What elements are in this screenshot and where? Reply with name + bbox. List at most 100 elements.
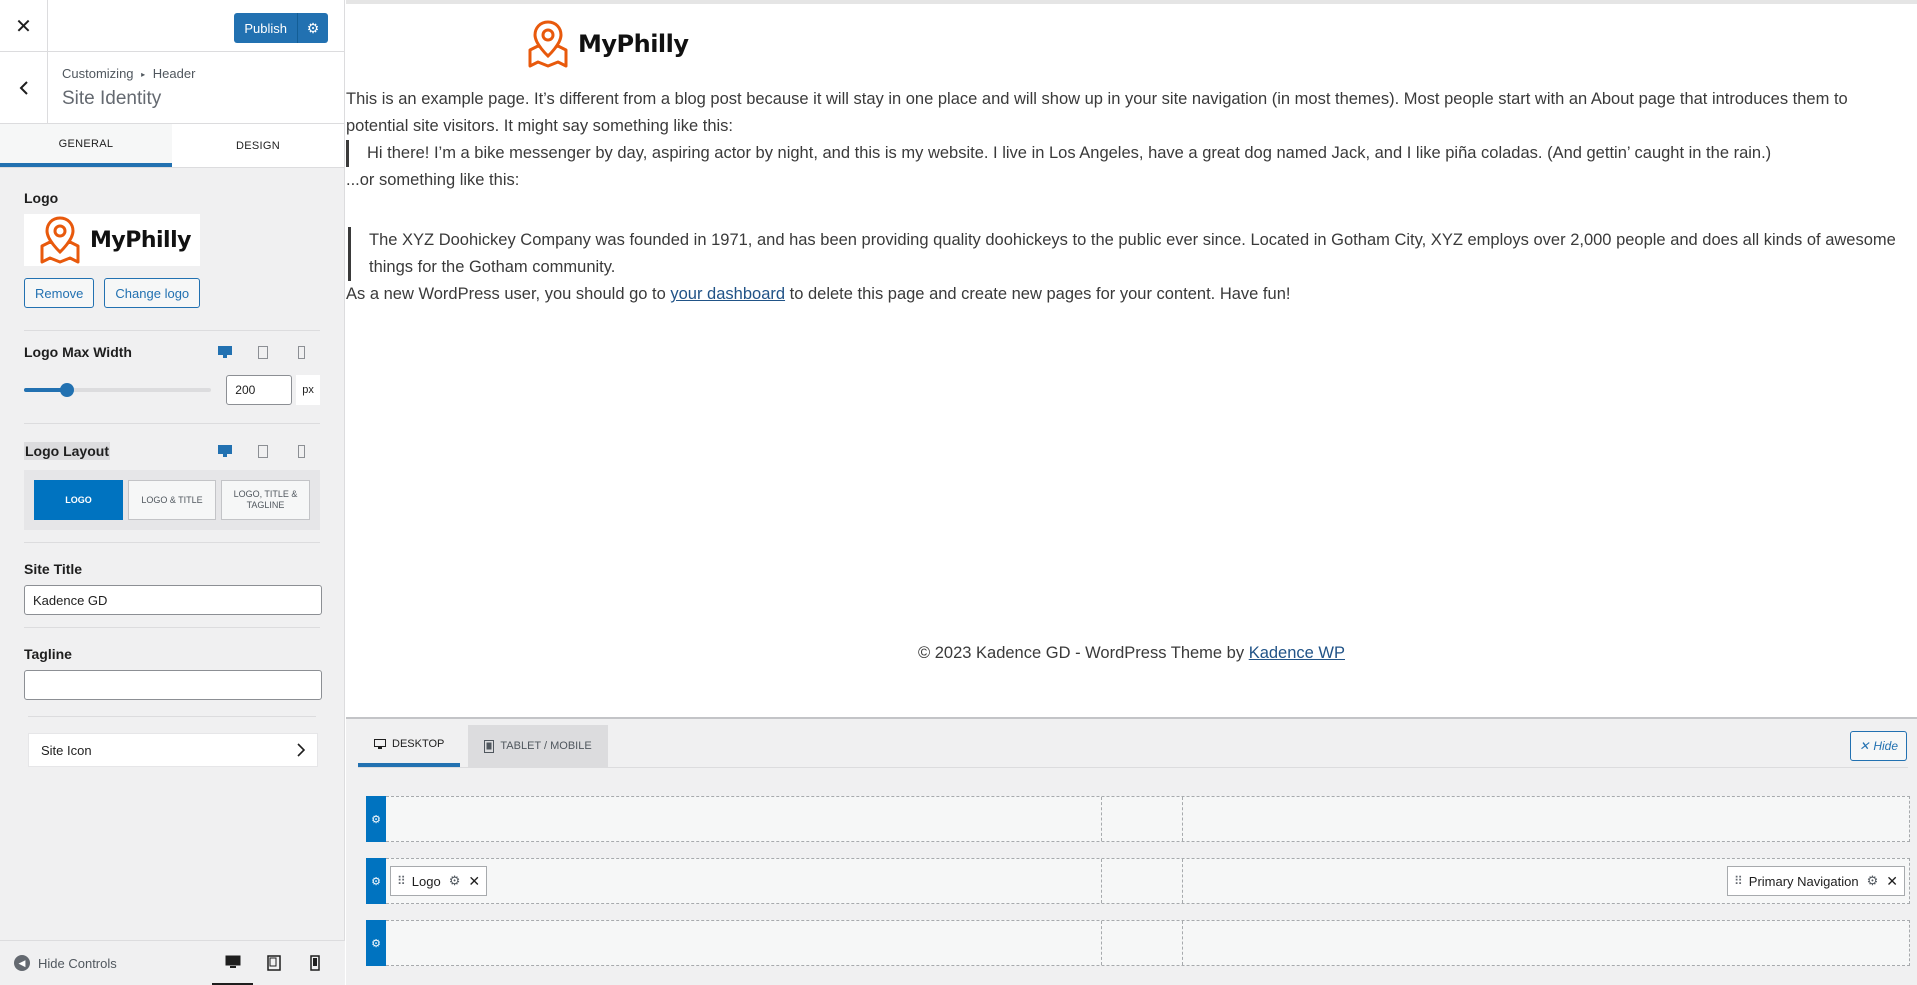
panel-top-bar: ✕ Publish ⚙ xyxy=(0,0,344,52)
gear-icon[interactable]: ⚙ xyxy=(449,873,461,889)
logo-width-slider-row: 200 px xyxy=(24,375,320,405)
layout-option-logo-title-tagline[interactable]: Logo, Title & Tagline xyxy=(221,480,311,520)
intro-paragraph: This is an example page. It’s different … xyxy=(346,90,1848,135)
gear-icon: ⚙ xyxy=(371,875,381,888)
site-logo-text: MyPhilly xyxy=(578,30,689,58)
back-button[interactable] xyxy=(0,52,48,124)
logo-label: Logo xyxy=(24,190,59,206)
hide-builder-button[interactable]: ✕ Hide xyxy=(1850,731,1907,761)
mobile-icon xyxy=(297,345,305,359)
drag-handle-icon[interactable]: ⠿ xyxy=(397,874,406,888)
blockquote-2: The XYZ Doohickey Company was founded in… xyxy=(348,227,1916,281)
tab-tablet-mobile[interactable]: Tablet / Mobile xyxy=(468,725,608,767)
tab-general[interactable]: General xyxy=(0,124,172,167)
logo-width-slider[interactable] xyxy=(24,383,212,397)
blockquote-2-line-1: The XYZ Doohickey Company was founded in… xyxy=(369,231,1896,249)
row-settings-button[interactable]: ⚙ xyxy=(366,796,386,842)
logo-layout-header: Logo Layout xyxy=(24,442,320,460)
row-center-zone[interactable] xyxy=(1102,797,1183,841)
builder-tabs: Desktop Tablet / Mobile xyxy=(358,725,608,767)
tagline-control: Tagline xyxy=(24,627,322,700)
change-logo-button[interactable]: Change logo xyxy=(104,278,201,308)
row-left-zone[interactable] xyxy=(386,797,1102,841)
row-left-zone[interactable] xyxy=(386,921,1102,965)
row-left-zone[interactable]: ⠿ Logo ⚙ ✕ xyxy=(386,859,1102,903)
breadcrumb-section: Header xyxy=(152,66,196,81)
tagline-input[interactable] xyxy=(24,670,322,700)
desktop-device-button[interactable] xyxy=(214,442,236,460)
dashboard-link[interactable]: your dashboard xyxy=(670,285,785,303)
controls-area: Logo MyPhilly Remove Change logo Logo Ma… xyxy=(0,190,344,700)
desktop-icon xyxy=(225,955,240,968)
site-title-label: Site Title xyxy=(24,561,83,577)
logo-layout-control: Logo Layout Logo Logo & Title Logo, Tit xyxy=(24,423,320,530)
layout-option-logo-title[interactable]: Logo & Title xyxy=(128,480,217,520)
logo-text: MyPhilly xyxy=(90,227,191,253)
close-icon[interactable]: ✕ xyxy=(1886,873,1898,890)
site-title-control: Site Title Kadence GD xyxy=(24,542,322,615)
logo-max-width-label: Logo Max Width xyxy=(24,344,132,360)
logo-layout-options: Logo Logo & Title Logo, Title & Tagline xyxy=(24,470,320,530)
preview-mobile-button[interactable] xyxy=(294,941,335,985)
row-settings-button[interactable]: ⚙ xyxy=(366,858,386,904)
logo-width-input[interactable]: 200 xyxy=(226,375,293,405)
builder-row-bottom: ⚙ xyxy=(366,920,1910,966)
hide-controls-button[interactable]: ◀ Hide Controls xyxy=(0,955,212,971)
mobile-icon xyxy=(309,955,320,971)
publish-group: Publish ⚙ xyxy=(234,13,328,43)
drag-handle-icon[interactable]: ⠿ xyxy=(1734,874,1743,888)
breadcrumb-root: Customizing xyxy=(62,66,134,81)
slider-handle[interactable] xyxy=(60,383,75,397)
site-title-input[interactable]: Kadence GD xyxy=(24,585,322,615)
close-customizer-button[interactable]: ✕ xyxy=(0,0,48,52)
mobile-device-button[interactable] xyxy=(290,343,312,361)
site-icon-section: Site Icon xyxy=(28,716,318,767)
kadence-wp-link[interactable]: Kadence WP xyxy=(1249,644,1345,662)
device-switcher xyxy=(214,343,320,361)
publish-button[interactable]: Publish xyxy=(234,13,298,43)
tablet-icon xyxy=(266,955,281,971)
tablet-device-button[interactable] xyxy=(252,442,274,460)
breadcrumb-separator: ▸ xyxy=(141,70,146,80)
preview-tablet-button[interactable] xyxy=(253,941,294,985)
map-pin-logo-icon xyxy=(528,20,568,68)
site-preview: MyPhilly This is an example page. It’s d… xyxy=(346,0,1917,718)
mobile-device-button[interactable] xyxy=(290,442,312,460)
primary-navigation-item[interactable]: ⠿ Primary Navigation ⚙ ✕ xyxy=(1726,866,1905,896)
device-switcher xyxy=(214,442,320,460)
tab-desktop-label: Desktop xyxy=(392,738,445,750)
row-right-zone[interactable] xyxy=(1183,921,1909,965)
tab-design[interactable]: Design xyxy=(172,124,344,167)
remove-logo-button[interactable]: Remove xyxy=(24,278,95,308)
primary-navigation-label: Primary Navigation xyxy=(1748,873,1859,889)
section-title: Site Identity xyxy=(62,88,162,109)
tab-desktop[interactable]: Desktop xyxy=(358,725,461,767)
logo-width-unit[interactable]: px xyxy=(296,375,320,405)
desktop-icon xyxy=(374,738,386,749)
logo-item[interactable]: ⠿ Logo ⚙ ✕ xyxy=(390,866,488,896)
logo-layout-label: Logo Layout xyxy=(24,442,110,460)
chevron-right-icon xyxy=(297,743,305,757)
site-footer: © 2023 Kadence GD - WordPress Theme by K… xyxy=(346,644,1917,663)
row-center-zone[interactable] xyxy=(1102,859,1183,903)
site-logo[interactable]: MyPhilly xyxy=(526,18,689,70)
footer-credit: © 2023 Kadence GD - WordPress Theme by xyxy=(917,644,1249,662)
row-center-zone[interactable] xyxy=(1102,921,1183,965)
layout-option-logo[interactable]: Logo xyxy=(34,480,123,520)
row-right-zone[interactable] xyxy=(1183,797,1909,841)
site-icon-button[interactable]: Site Icon xyxy=(28,733,318,767)
preview-desktop-button[interactable] xyxy=(212,941,253,985)
close-icon[interactable]: ✕ xyxy=(468,873,480,890)
row-settings-button[interactable]: ⚙ xyxy=(366,920,386,966)
panel-footer: ◀ Hide Controls xyxy=(0,940,345,985)
tablet-icon xyxy=(258,444,268,458)
row-right-zone[interactable]: ⠿ Primary Navigation ⚙ ✕ xyxy=(1183,859,1909,903)
publish-settings-button[interactable]: ⚙ xyxy=(298,13,328,43)
tablet-device-button[interactable] xyxy=(252,343,274,361)
desktop-icon xyxy=(218,445,232,457)
mobile-icon xyxy=(297,444,305,458)
customizer-panel: ✕ Publish ⚙ Customizing ▸ Header Site Id… xyxy=(0,0,345,985)
builder-row-top: ⚙ xyxy=(366,796,1910,842)
gear-icon[interactable]: ⚙ xyxy=(1867,873,1879,889)
desktop-device-button[interactable] xyxy=(214,343,236,361)
